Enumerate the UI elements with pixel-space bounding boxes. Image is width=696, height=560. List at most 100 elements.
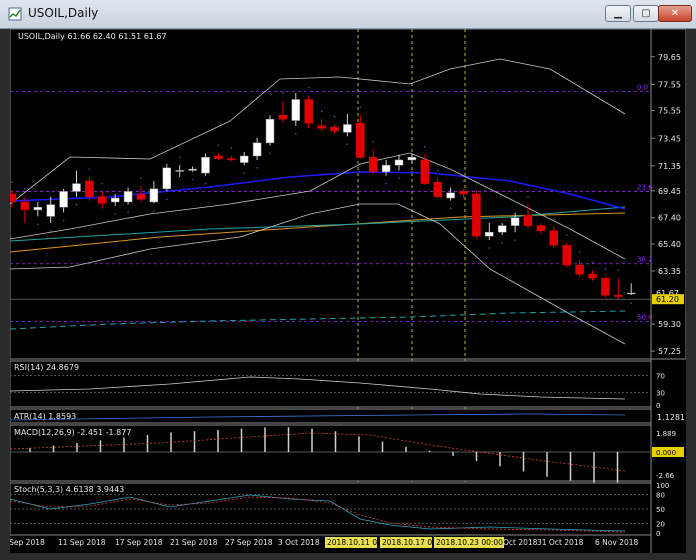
bull-candle[interactable] bbox=[188, 168, 197, 171]
bull-candle[interactable] bbox=[201, 157, 210, 174]
chart-window: USOIL,Daily ▁ ▢ ✕ 0.0 23.6 38.2 50.0 79.65 7… bbox=[0, 0, 696, 560]
bull-candle[interactable] bbox=[381, 164, 391, 173]
time-axis-label: 31 Oct 2018 bbox=[537, 538, 584, 547]
price-tick-label: 69.45 bbox=[658, 187, 681, 196]
bear-candle[interactable] bbox=[20, 201, 30, 211]
bull-candle[interactable] bbox=[162, 167, 172, 190]
parabolic-sar-dot bbox=[153, 210, 155, 212]
parabolic-sar-dot bbox=[204, 182, 207, 185]
parabolic-sar-dot bbox=[436, 169, 439, 172]
time-axis-label: 11 Sep 2018 bbox=[58, 538, 106, 547]
bull-candle[interactable] bbox=[239, 155, 249, 163]
highlighted-date-label: 2018.10.23 00:00 bbox=[436, 538, 503, 547]
bull-candle[interactable] bbox=[394, 159, 404, 166]
time-axis-label: 5 Sep 2018 bbox=[10, 538, 45, 547]
parabolic-sar-dot bbox=[527, 195, 529, 198]
bull-candle[interactable] bbox=[175, 170, 184, 172]
time-axis-label: 3 Oct 2018 bbox=[278, 538, 320, 547]
parabolic-sar-dot bbox=[127, 211, 129, 214]
bear-candle[interactable] bbox=[420, 159, 430, 184]
parabolic-sar-dot bbox=[62, 219, 65, 222]
price-tick-label: 75.55 bbox=[658, 107, 681, 116]
parabolic-sar-dot bbox=[178, 156, 181, 159]
bear-candle[interactable] bbox=[227, 158, 236, 161]
bear-candle[interactable] bbox=[356, 122, 365, 158]
bear-candle[interactable] bbox=[472, 193, 481, 237]
bull-candle[interactable] bbox=[343, 124, 352, 133]
bear-candle[interactable] bbox=[549, 230, 559, 246]
stoch-level-label: 50 bbox=[656, 506, 665, 514]
parabolic-sar-dot bbox=[424, 145, 426, 148]
bear-candle[interactable] bbox=[459, 191, 468, 195]
bull-candle[interactable] bbox=[33, 206, 43, 211]
parabolic-sar-dot bbox=[191, 178, 194, 181]
bear-candle[interactable] bbox=[98, 196, 107, 204]
parabolic-sar-dot bbox=[243, 172, 245, 174]
maximize-button[interactable]: ▢ bbox=[633, 5, 659, 22]
bull-candle[interactable] bbox=[446, 192, 455, 199]
bull-candle[interactable] bbox=[626, 292, 636, 295]
bear-candle[interactable] bbox=[433, 182, 442, 197]
bear-candle[interactable] bbox=[214, 155, 223, 159]
bear-candle[interactable] bbox=[7, 193, 17, 203]
rsi-label: RSI(14) 24.8679 bbox=[14, 363, 79, 372]
bull-candle[interactable] bbox=[291, 99, 301, 121]
bull-candle[interactable] bbox=[149, 188, 159, 203]
bear-candle[interactable] bbox=[85, 180, 94, 197]
parabolic-sar-dot bbox=[256, 167, 258, 169]
bull-candle[interactable] bbox=[497, 225, 507, 233]
close-button[interactable]: ✕ bbox=[658, 5, 692, 22]
bear-candle[interactable] bbox=[368, 157, 378, 173]
bull-candle[interactable] bbox=[46, 204, 55, 217]
chart-area[interactable]: 0.0 23.6 38.2 50.0 79.65 77.55 75.55 73.45 71.3… bbox=[2, 28, 687, 553]
bear-candle[interactable] bbox=[330, 126, 339, 132]
minimize-button[interactable]: ▁ bbox=[605, 5, 631, 22]
macd-label: MACD(12,26,9) -2.451 -1.877 bbox=[14, 428, 131, 437]
bull-candle[interactable] bbox=[123, 191, 133, 203]
bear-candle[interactable] bbox=[536, 225, 546, 232]
parabolic-sar-dot bbox=[49, 230, 52, 232]
parabolic-sar-dot bbox=[604, 268, 607, 270]
title-bar[interactable]: USOIL,Daily ▁ ▢ ✕ bbox=[0, 0, 696, 29]
bull-candle[interactable] bbox=[485, 231, 494, 237]
rsi-level-label: 0 bbox=[656, 402, 660, 410]
bear-candle[interactable] bbox=[601, 277, 610, 296]
time-axis-label: 21 Sep 2018 bbox=[170, 538, 218, 547]
stoch-level-label: 100 bbox=[656, 482, 669, 490]
bear-candle[interactable] bbox=[136, 193, 146, 200]
bear-candle[interactable] bbox=[575, 264, 584, 275]
parabolic-sar-dot bbox=[553, 218, 555, 220]
stoch-level-label: 80 bbox=[656, 492, 665, 500]
bear-candle[interactable] bbox=[614, 295, 623, 297]
bid-price-label: 61.20 bbox=[656, 295, 679, 304]
rsi-level-label: 70 bbox=[656, 373, 665, 381]
price-tick-label: 67.40 bbox=[658, 214, 681, 223]
bull-candle[interactable] bbox=[59, 191, 68, 208]
parabolic-sar-dot bbox=[269, 152, 271, 155]
macd-scale-label: -2.66 bbox=[656, 472, 675, 480]
rsi-pane[interactable] bbox=[9, 360, 652, 408]
bull-candle[interactable] bbox=[510, 217, 520, 226]
price-tick-label: 79.65 bbox=[658, 53, 681, 62]
bear-candle[interactable] bbox=[278, 115, 288, 120]
price-chart[interactable]: 0.0 23.6 38.2 50.0 79.65 77.55 75.55 73.45 71.3… bbox=[2, 28, 687, 553]
fib-label: 23.6 bbox=[637, 183, 653, 191]
bull-candle[interactable] bbox=[110, 197, 120, 203]
parabolic-sar-dot bbox=[88, 168, 91, 170]
minimize-icon: ▁ bbox=[614, 8, 622, 19]
time-axis-label: 17 Sep 2018 bbox=[115, 538, 163, 547]
bull-candle[interactable] bbox=[252, 142, 262, 157]
main-pane[interactable] bbox=[9, 28, 687, 360]
fib-label: 0.0 bbox=[637, 84, 648, 92]
bear-candle[interactable] bbox=[588, 273, 597, 279]
bear-candle[interactable] bbox=[562, 245, 571, 266]
bull-candle[interactable] bbox=[265, 118, 275, 144]
bear-candle[interactable] bbox=[317, 125, 326, 129]
bear-candle[interactable] bbox=[304, 99, 313, 124]
parabolic-sar-dot bbox=[217, 144, 220, 147]
rsi-level-label: 30 bbox=[656, 389, 665, 397]
bear-candle[interactable] bbox=[523, 214, 533, 226]
bull-candle[interactable] bbox=[407, 157, 417, 161]
stoch-level-label: 0 bbox=[656, 530, 660, 538]
bull-candle[interactable] bbox=[72, 183, 81, 192]
